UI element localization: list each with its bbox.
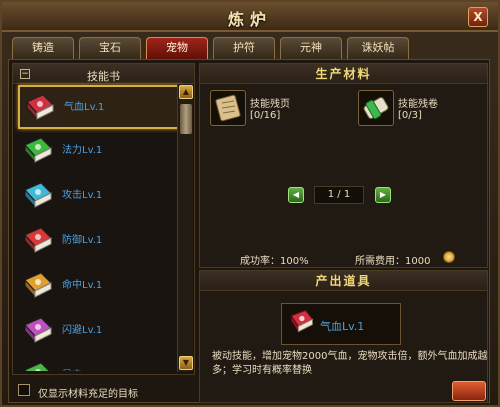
material-slot-roll[interactable] <box>358 90 394 126</box>
skill-list-item-name: 防御Lv.1 <box>62 235 103 246</box>
next-page-button[interactable]: ▶ <box>375 187 391 203</box>
show-sufficient-label: 仅显示材料充足的目标 <box>38 389 138 400</box>
coin-icon <box>443 251 455 263</box>
scroll-roll-icon <box>363 97 389 120</box>
skill-book-title: 技能书 <box>87 70 120 83</box>
skill-list-item[interactable]: 命中Lv.1 <box>18 265 182 309</box>
skill-list-item-name: 法力Lv.1 <box>62 145 103 156</box>
scroll-up-button[interactable]: ▲ <box>179 85 193 99</box>
success-rate: 成功率：100% <box>240 256 309 267</box>
skill-book-icon <box>24 137 52 164</box>
scroll-thumb[interactable] <box>180 104 192 134</box>
tab-pet[interactable]: 宠物 <box>146 37 208 59</box>
window-title: 炼炉 <box>227 10 272 29</box>
output-item-name: 气血Lv.1 <box>320 320 365 333</box>
skill-list-item[interactable]: 暴击Lv.1 <box>18 355 182 371</box>
scroll-down-button[interactable]: ▼ <box>179 356 193 370</box>
close-button[interactable]: X <box>468 7 488 27</box>
skill-book-icon <box>24 227 52 254</box>
skill-list-item[interactable]: 气血Lv.1 <box>18 85 182 129</box>
produce-button[interactable] <box>452 381 486 401</box>
skill-list-item[interactable]: 闪避Lv.1 <box>18 310 182 354</box>
required-cost: 所需费用：1000 <box>355 256 431 267</box>
skill-book-icon <box>24 362 50 371</box>
show-sufficient-checkbox[interactable] <box>18 384 30 396</box>
tab-amulet[interactable]: 护符 <box>213 37 275 59</box>
tab-demon-post[interactable]: 诛妖帖 <box>347 37 409 59</box>
skill-list-item[interactable]: 防御Lv.1 <box>18 220 182 264</box>
skill-book-icon <box>24 272 52 299</box>
material-name-page: 技能残页 <box>250 99 290 110</box>
skill-list-item[interactable]: 法力Lv.1 <box>18 130 182 174</box>
skill-list-item-name: 攻击Lv.1 <box>62 190 103 201</box>
materials-header: 生产材料 <box>200 64 487 84</box>
skill-list-item-name: 暴击Lv.1 <box>62 366 102 371</box>
skill-book-icon <box>24 182 52 209</box>
page-indicator: 1 / 1 <box>314 186 364 204</box>
prev-page-button[interactable]: ◀ <box>288 187 304 203</box>
output-header: 产出道具 <box>200 271 487 291</box>
skill-list-item-name: 气血Lv.1 <box>64 102 105 113</box>
material-count-roll: [0/3] <box>398 110 422 121</box>
tab-spirit[interactable]: 元神 <box>280 37 342 59</box>
output-book-icon <box>290 310 314 334</box>
output-title: 产出道具 <box>315 274 372 288</box>
skill-list-item[interactable]: 攻击Lv.1 <box>18 175 182 219</box>
material-slot-page[interactable] <box>210 90 246 126</box>
title-bar: 炼炉 X <box>2 2 498 32</box>
skill-list-scrollbar[interactable]: ▲ ▼ <box>177 84 193 372</box>
tab-forge[interactable]: 铸造 <box>12 37 74 59</box>
material-name-roll: 技能残卷 <box>398 99 438 110</box>
skill-list-item-name: 闪避Lv.1 <box>62 325 103 336</box>
skill-book-icon <box>26 94 54 121</box>
skill-list-item-name: 命中Lv.1 <box>62 280 103 291</box>
material-count-page: [0/16] <box>250 110 281 121</box>
tab-gem[interactable]: 宝石 <box>79 37 141 59</box>
skill-book-icon <box>24 317 52 344</box>
materials-title: 生产材料 <box>315 67 372 81</box>
output-description: 被动技能，增加宠物2000气血，宠物攻击倍，额外气血加成越多；学习时有概率替换 <box>212 351 488 376</box>
skill-book-header: − 技能书 <box>13 64 194 84</box>
scroll-page-icon <box>215 94 241 122</box>
